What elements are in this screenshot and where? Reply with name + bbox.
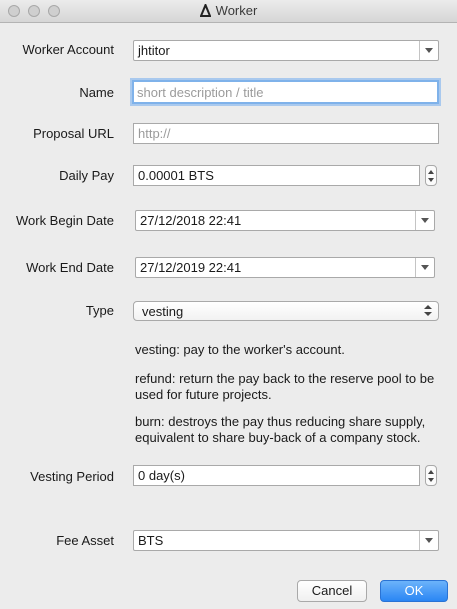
daily-pay-value: 0.00001 BTS [138, 168, 214, 183]
burn-help-text: burn: destroys the pay thus reducing sha… [135, 414, 426, 445]
fee-asset-combo[interactable]: BTS [133, 530, 439, 551]
daily-pay-label: Daily Pay [59, 168, 114, 183]
worker-account-combo[interactable]: jhtitor [133, 40, 439, 61]
worker-account-value: jhtitor [138, 43, 170, 58]
chevron-down-icon[interactable] [419, 531, 438, 550]
stepper-up-icon[interactable] [428, 470, 434, 474]
chevron-down-icon[interactable] [415, 211, 434, 230]
type-value: vesting [142, 304, 184, 319]
refund-help-text: refund: return the pay back to the reser… [135, 371, 435, 402]
vesting-period-value: 0 day(s) [138, 468, 185, 483]
type-select[interactable]: vesting [133, 301, 439, 321]
vesting-period-label: Vesting Period [30, 469, 114, 484]
app-logo-icon [199, 2, 212, 20]
window-title-group: Worker [0, 2, 457, 20]
vesting-period-field[interactable]: 0 day(s) [133, 465, 420, 486]
daily-pay-stepper[interactable] [425, 165, 437, 186]
work-end-date-picker[interactable]: 27/12/2019 22:41 [135, 257, 435, 278]
type-label: Type [85, 303, 114, 318]
work-end-date-label: Work End Date [26, 260, 114, 275]
proposal-url-label: Proposal URL [33, 126, 114, 141]
proposal-url-placeholder: http:// [138, 126, 171, 141]
window-title: Worker [215, 3, 258, 18]
vesting-help-text: vesting: pay to the worker's account. [135, 342, 345, 357]
fee-asset-value: BTS [138, 533, 164, 548]
stepper-down-icon[interactable] [428, 478, 434, 482]
work-begin-date-label: Work Begin Date [15, 213, 114, 228]
name-placeholder: short description / title [137, 85, 264, 100]
title-bar: Worker [0, 0, 457, 23]
name-label: Name [79, 85, 114, 100]
proposal-url-field[interactable]: http:// [133, 123, 439, 144]
chevron-down-icon[interactable] [415, 258, 434, 277]
up-down-chevron-icon [424, 305, 432, 317]
stepper-up-icon[interactable] [428, 170, 434, 174]
vesting-period-stepper[interactable] [425, 465, 437, 486]
work-end-date-value: 27/12/2019 22:41 [140, 260, 242, 275]
chevron-down-icon[interactable] [419, 41, 438, 60]
cancel-button[interactable]: Cancel [297, 580, 367, 602]
stepper-down-icon[interactable] [428, 178, 434, 182]
ok-button[interactable]: OK [380, 580, 448, 602]
daily-pay-field[interactable]: 0.00001 BTS [133, 165, 420, 186]
fee-asset-label: Fee Asset [56, 533, 114, 548]
worker-account-label: Worker Account [22, 42, 114, 57]
work-begin-date-value: 27/12/2018 22:41 [140, 213, 242, 228]
name-field[interactable]: short description / title [132, 80, 439, 104]
work-begin-date-picker[interactable]: 27/12/2018 22:41 [135, 210, 435, 231]
